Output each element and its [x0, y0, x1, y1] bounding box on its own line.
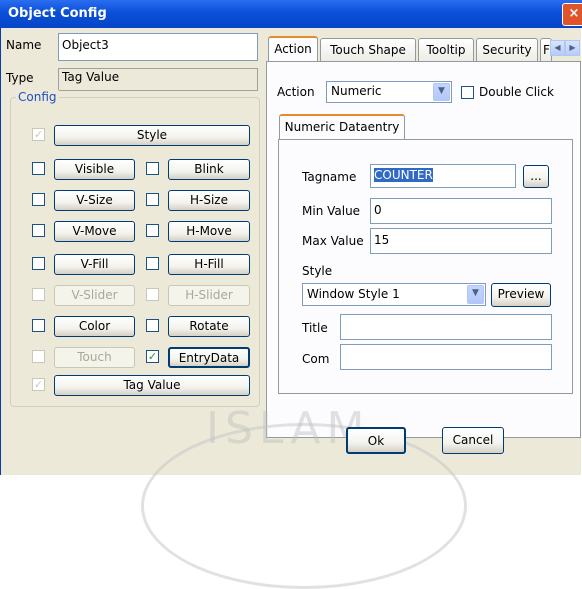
style-label: Style	[302, 264, 333, 278]
v-slider-button: V-Slider	[54, 285, 135, 306]
h-fill-button[interactable]: H-Fill	[168, 254, 250, 275]
dialog-body: Name Object3 Type Tag Value Config ✓ Sty…	[0, 28, 581, 589]
min-value-field[interactable]: 0	[370, 198, 552, 224]
preview-button[interactable]: Preview	[491, 283, 551, 307]
h-size-checkbox[interactable]	[146, 193, 159, 206]
color-button[interactable]: Color	[54, 316, 135, 337]
v-slider-checkbox	[32, 288, 45, 301]
tag-value-checkbox: ✓	[32, 378, 45, 391]
h-move-checkbox[interactable]	[146, 224, 159, 237]
chevron-down-icon[interactable]: ▼	[433, 83, 450, 101]
v-size-checkbox[interactable]	[32, 193, 45, 206]
title-field[interactable]	[340, 314, 552, 340]
blink-button[interactable]: Blink	[168, 159, 250, 180]
v-fill-button[interactable]: V-Fill	[54, 254, 135, 275]
title-bar: Object Config ×	[0, 0, 582, 28]
type-field: Tag Value	[58, 68, 258, 91]
watermark-seal	[141, 423, 467, 589]
action-dropdown[interactable]: Numeric ▼	[326, 81, 452, 103]
name-label: Name	[6, 38, 42, 52]
blink-checkbox[interactable]	[146, 162, 159, 175]
tab-tooltip[interactable]: Tooltip	[418, 38, 474, 62]
action-dropdown-value: Numeric	[331, 84, 382, 98]
v-fill-checkbox[interactable]	[32, 257, 45, 270]
name-field[interactable]: Object3	[58, 33, 258, 61]
h-slider-checkbox	[146, 288, 159, 301]
tab-scroll-right-icon[interactable]: ▶	[565, 40, 580, 56]
max-value-field[interactable]: 15	[370, 228, 552, 254]
v-size-button[interactable]: V-Size	[54, 190, 135, 211]
v-move-button[interactable]: V-Move	[54, 221, 135, 242]
com-label: Com	[302, 352, 330, 366]
tag-value-button[interactable]: Tag Value	[54, 375, 250, 396]
touch-button: Touch	[54, 347, 135, 368]
tab-numeric-dataentry[interactable]: Numeric Dataentry	[279, 114, 405, 140]
h-move-button[interactable]: H-Move	[168, 221, 250, 242]
tab-touch-shape[interactable]: Touch Shape	[320, 38, 416, 62]
chevron-down-icon[interactable]: ▼	[467, 285, 484, 304]
rotate-button[interactable]: Rotate	[168, 316, 250, 337]
min-value-label: Min Value	[302, 204, 361, 218]
visible-checkbox[interactable]	[32, 162, 45, 175]
tagname-value: COUNTER	[374, 168, 433, 182]
style-dropdown[interactable]: Window Style 1 ▼	[302, 283, 486, 306]
tab-action[interactable]: Action	[268, 36, 318, 62]
style-button[interactable]: Style	[54, 125, 250, 146]
v-move-checkbox[interactable]	[32, 224, 45, 237]
style-checkbox: ✓	[32, 128, 45, 141]
ok-button[interactable]: Ok	[346, 427, 406, 454]
cancel-button[interactable]: Cancel	[442, 427, 504, 454]
touch-checkbox	[32, 350, 45, 363]
type-label: Type	[6, 71, 34, 85]
visible-button[interactable]: Visible	[54, 159, 135, 180]
config-group-label: Config	[16, 90, 59, 104]
action-label: Action	[277, 85, 315, 99]
style-dropdown-value: Window Style 1	[307, 287, 400, 301]
title-label: Title	[302, 321, 328, 335]
com-field[interactable]	[340, 344, 552, 370]
double-click-checkbox[interactable]	[461, 86, 474, 99]
tab-scroll-left-icon[interactable]: ◀	[550, 40, 565, 56]
window-title: Object Config	[8, 6, 107, 21]
color-checkbox[interactable]	[32, 319, 45, 332]
h-fill-checkbox[interactable]	[146, 257, 159, 270]
entrydata-checkbox[interactable]: ✓	[146, 350, 159, 363]
browse-button[interactable]: ...	[523, 165, 549, 188]
h-slider-button: H-Slider	[168, 285, 250, 306]
close-button[interactable]: ×	[562, 3, 582, 26]
h-size-button[interactable]: H-Size	[168, 190, 250, 211]
max-value-label: Max Value	[302, 234, 364, 248]
rotate-checkbox[interactable]	[146, 319, 159, 332]
tab-security[interactable]: Security	[476, 38, 538, 62]
double-click-label: Double Click	[479, 85, 554, 99]
tagname-label: Tagname	[302, 170, 357, 184]
tagname-field[interactable]: COUNTER	[370, 164, 516, 188]
entrydata-button[interactable]: EntryData	[168, 347, 250, 368]
